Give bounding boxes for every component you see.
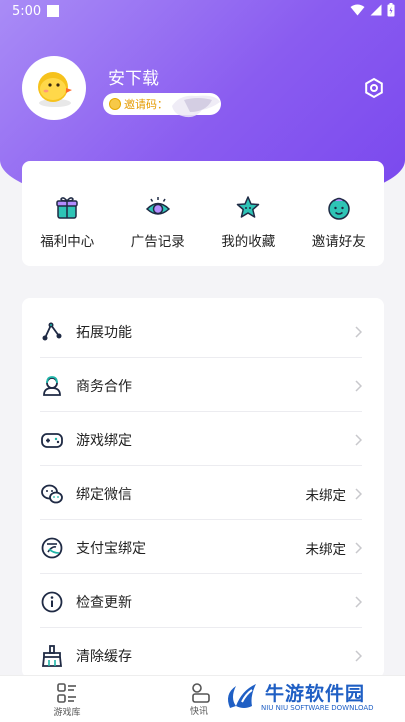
menu-item-label: 商务合作 (76, 379, 132, 395)
invite-code-label: 邀请码： (124, 98, 168, 111)
quick-action-welfare-center[interactable]: 福利中心 (22, 161, 113, 266)
tab-label: 游戏库 (53, 708, 81, 718)
chevron-right-icon (355, 596, 362, 608)
menu-item-extensions[interactable]: 拓展功能 (22, 304, 384, 358)
quick-action-label: 我的收藏 (221, 234, 276, 250)
menu-item-game-binding[interactable]: 游戏绑定 (22, 412, 384, 466)
status-icons (350, 3, 395, 17)
watermark-title: 牛游软件园 (265, 683, 366, 705)
notification-icon (47, 5, 59, 17)
settings-menu-card: 拓展功能 商务合作 游戏绑定 绑定微信 未绑定 支付宝绑定 未绑定 检查更新 清… (22, 298, 384, 678)
coin-icon (109, 98, 121, 110)
menu-item-label: 绑定微信 (76, 487, 132, 503)
quick-action-my-favorites[interactable]: 我的收藏 (203, 161, 294, 266)
game-library-icon (57, 683, 76, 703)
watermark-logo-icon (228, 684, 256, 708)
extension-icon (42, 322, 62, 341)
quick-actions-card: 福利中心 广告记录 我的收藏 邀请好友 (22, 161, 384, 266)
business-icon (43, 376, 61, 396)
signal-icon (370, 4, 382, 16)
alipay-binding-status: 未绑定 (305, 542, 347, 558)
quick-action-label: 广告记录 (130, 234, 185, 250)
status-bar: 5:00 (0, 0, 405, 24)
tab-game-library[interactable]: 游戏库 (52, 682, 82, 718)
wechat-binding-status: 未绑定 (305, 488, 347, 504)
tab-news[interactable]: 快讯 (190, 682, 210, 717)
wifi-icon (350, 4, 365, 16)
chevron-right-icon (355, 380, 362, 392)
news-icon (192, 683, 210, 703)
watermark-subtitle: NIU NIU SOFTWARE DOWNLOAD (261, 704, 374, 712)
wechat-icon (41, 484, 63, 504)
star-icon (237, 196, 260, 218)
gift-icon (56, 197, 78, 219)
menu-item-alipay-binding[interactable]: 支付宝绑定 未绑定 (22, 520, 384, 574)
chevron-right-icon (355, 542, 362, 554)
watermark: 牛游软件园 NIU NIU SOFTWARE DOWNLOAD (218, 676, 405, 720)
menu-item-clear-cache[interactable]: 清除缓存 (22, 628, 384, 678)
alipay-icon (41, 537, 63, 559)
eye-icon (145, 197, 170, 215)
gamepad-icon (41, 433, 63, 448)
menu-item-bind-wechat[interactable]: 绑定微信 未绑定 (22, 466, 384, 520)
invite-code-blur (172, 95, 220, 118)
menu-item-label: 检查更新 (76, 595, 132, 611)
broom-icon (41, 645, 63, 667)
chevron-right-icon (355, 326, 362, 338)
quick-action-invite-friends[interactable]: 邀请好友 (294, 161, 385, 266)
quick-action-label: 邀请好友 (311, 234, 366, 250)
status-time: 5:00 (12, 4, 42, 19)
menu-item-label: 拓展功能 (76, 325, 132, 341)
tab-label: 快讯 (190, 707, 209, 717)
info-icon (41, 591, 63, 613)
menu-item-label: 清除缓存 (76, 649, 132, 665)
chevron-right-icon (355, 434, 362, 446)
quick-action-ad-records[interactable]: 广告记录 (113, 161, 204, 266)
avatar[interactable] (22, 56, 86, 120)
menu-item-check-update[interactable]: 检查更新 (22, 574, 384, 628)
quick-action-label: 福利中心 (40, 234, 95, 250)
chick-avatar-icon (38, 72, 72, 107)
menu-item-label: 游戏绑定 (76, 433, 132, 449)
settings-icon[interactable] (363, 77, 385, 99)
menu-item-business[interactable]: 商务合作 (22, 358, 384, 412)
chevron-right-icon (355, 488, 362, 500)
battery-icon (387, 3, 395, 17)
friend-icon (328, 197, 350, 220)
chevron-right-icon (355, 650, 362, 662)
menu-item-label: 支付宝绑定 (76, 541, 146, 557)
username: 安下载 (108, 69, 159, 89)
